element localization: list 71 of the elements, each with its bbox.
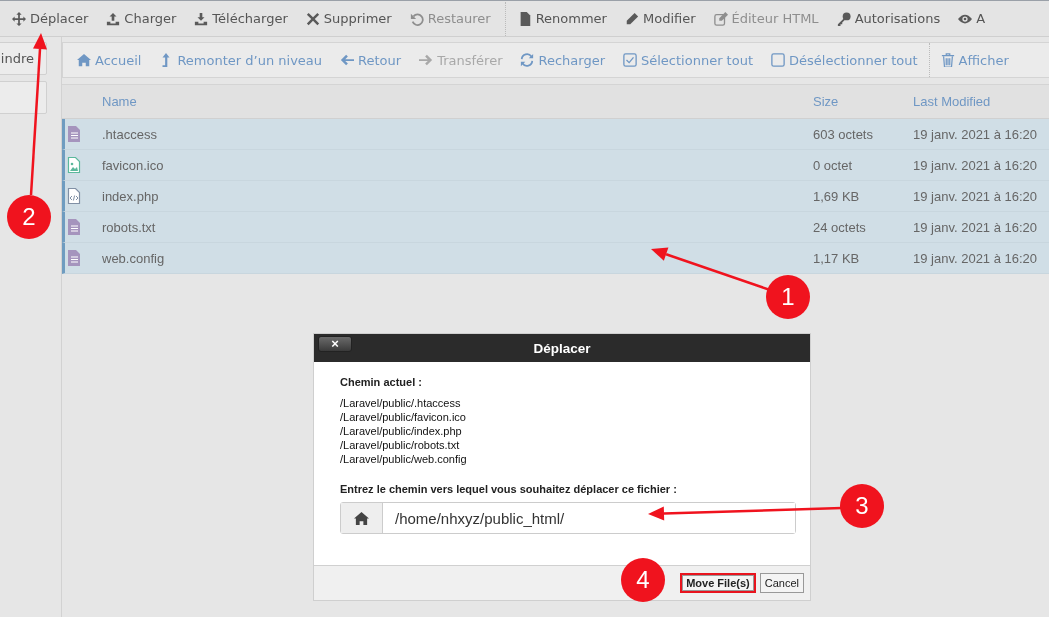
checked-box-icon — [623, 53, 637, 67]
file-row[interactable]: .htaccess 603 octets 19 janv. 2021 à 16:20 — [62, 119, 1049, 150]
toolbar-button[interactable]: Supprimer — [297, 11, 400, 26]
file-path: /Laravel/public/robots.txt — [340, 438, 461, 452]
sidebar-button[interactable]: indre — [0, 42, 47, 75]
file-row[interactable]: robots.txt 24 octets 19 janv. 2021 à 16:20 — [62, 212, 1049, 243]
edit-icon — [713, 11, 728, 26]
file-path: /Laravel/public/.htaccess — [340, 396, 462, 410]
file-size: 1,69 KB — [813, 188, 861, 204]
undo-icon — [409, 11, 424, 26]
upload-icon — [106, 11, 121, 26]
file-path: /Laravel/public/index.php — [340, 424, 463, 438]
toolbar-button[interactable]: A — [950, 11, 994, 26]
file-path: /Laravel/public/web.config — [340, 452, 468, 466]
toolbar-button[interactable]: Accueil — [68, 52, 151, 68]
download-icon — [194, 11, 209, 26]
destination-label: Entrez le chemin vers lequel vous souhaitez déplacer ce fichier : — [340, 483, 678, 495]
file-row[interactable]: web.config 1,17 KB 19 janv. 2021 à 16:20 — [62, 243, 1049, 274]
toolbar-button[interactable]: Télécharger — [186, 11, 296, 26]
toolbar-button[interactable]: Désélectionner tout — [762, 52, 927, 68]
current-path-label: Chemin actuel : — [340, 376, 423, 388]
move-icon — [12, 11, 26, 26]
dialog-title: Déplacer — [533, 340, 591, 356]
file-name: .htaccess — [102, 126, 158, 142]
modified-date: 19 janv. 2021 à 16:20 — [913, 188, 1039, 204]
toolbar-button[interactable]: Modifier — [616, 11, 704, 26]
modified-date: 19 janv. 2021 à 16:20 — [913, 126, 1039, 142]
file-row[interactable]: index.php 1,69 KB 19 janv. 2021 à 16:20 — [62, 181, 1049, 212]
file-row[interactable]: favicon.ico 0 octet 19 janv. 2021 à 16:20 — [62, 150, 1049, 181]
name-column-header[interactable]: Name — [102, 94, 813, 109]
file-size: 1,17 KB — [813, 250, 861, 266]
key-icon — [836, 11, 851, 26]
file-size: 603 octets — [813, 126, 874, 142]
toolbar-button[interactable]: Retour — [331, 52, 411, 68]
file-name: index.php — [102, 188, 160, 204]
home-icon — [77, 53, 91, 67]
file-size: 0 octet — [813, 157, 854, 173]
modified-date: 19 janv. 2021 à 16:20 — [913, 250, 1039, 266]
toolbar-button[interactable]: Remonter d’un niveau — [150, 52, 332, 68]
file-path: /Laravel/public/favicon.ico — [340, 410, 467, 424]
delete-icon — [305, 11, 320, 26]
sidebar-button[interactable] — [0, 81, 47, 114]
arrow-left-icon — [340, 53, 355, 67]
dialog-button[interactable]: Move File(s) — [680, 573, 756, 593]
toolbar-button[interactable]: Renommer — [509, 11, 615, 26]
path-field[interactable]: /home/nhxyz/public_html/ — [340, 502, 796, 534]
reload-icon — [520, 53, 535, 67]
toolbar-button[interactable]: Recharger — [511, 52, 614, 68]
step-number: 1 — [766, 275, 810, 319]
arrow-right-icon — [419, 53, 434, 67]
empty-box-icon — [771, 53, 785, 67]
pencil-icon — [624, 11, 639, 26]
step-number: 2 — [7, 195, 51, 239]
toolbar-button[interactable]: Autorisations — [828, 11, 949, 26]
file-name: robots.txt — [102, 219, 157, 235]
toolbar-button[interactable]: Sélectionner tout — [614, 52, 762, 68]
file-name: favicon.ico — [102, 157, 165, 173]
toolbar-button[interactable]: Afficher — [931, 52, 1018, 68]
file-name: web.config — [102, 250, 166, 266]
close-button[interactable]: × — [318, 336, 352, 352]
dialog-button[interactable]: Cancel — [759, 573, 804, 593]
modified-date: 19 janv. 2021 à 16:20 — [913, 157, 1039, 173]
step-number: 3 — [840, 484, 884, 528]
modified-date: 19 janv. 2021 à 16:20 — [913, 219, 1039, 235]
modified-column-header[interactable]: Last Modified — [913, 94, 1049, 109]
trash-icon — [940, 53, 955, 67]
toolbar-button[interactable]: Charger — [98, 11, 185, 26]
home-icon — [354, 510, 369, 526]
size-column-header[interactable]: Size — [813, 94, 913, 109]
file-size: 24 octets — [813, 219, 867, 235]
toolbar-button[interactable]: Déplacer — [4, 11, 97, 26]
